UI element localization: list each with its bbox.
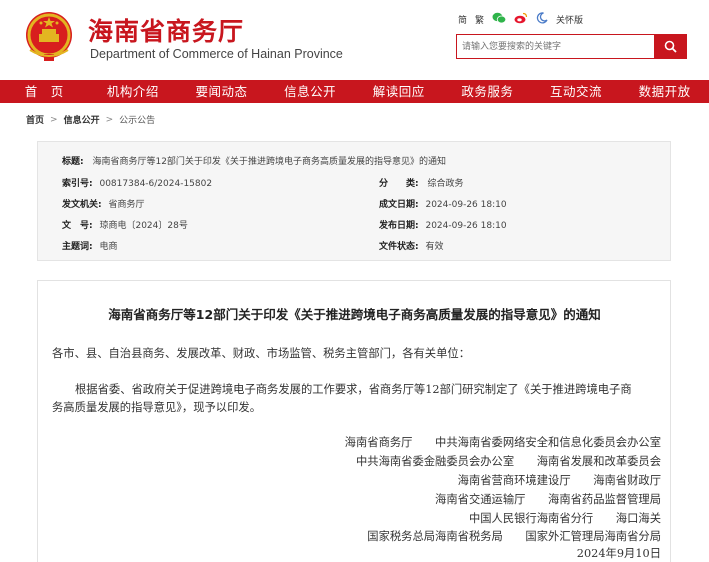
meta-category: 分 类: 综合政务 <box>379 176 464 189</box>
nav-interpretation[interactable]: 解读回应 <box>355 80 444 103</box>
meta-status: 文件状态: 有效 <box>379 239 444 252</box>
top-links: 简 繁 关怀版 <box>458 11 591 27</box>
nav-organization[interactable]: 机构介绍 <box>89 80 178 103</box>
nav-open-data[interactable]: 数据开放 <box>620 80 709 103</box>
search-box <box>456 34 687 59</box>
document-body-line2: 务高质量发展的指导意见》，现予以印发。 <box>52 401 261 414</box>
meta-subject-value: 海南省商务厅等12部门关于印发《关于推进跨境电子商务高质量发展的指导意见》的通知 <box>92 157 446 167</box>
meta-created-label: 成文日期: <box>379 200 419 210</box>
document-meta: 标题: 海南省商务厅等12部门关于印发《关于推进跨境电子商务高质量发展的指导意见… <box>37 141 671 261</box>
meta-docno: 文 号: 琼商电〔2024〕28号 <box>62 218 188 231</box>
signatory-line: 中共海南省委金融委员会办公室 海南省发展和改革委员会 <box>355 455 661 468</box>
site-subtitle: Department of Commerce of Hainan Provinc… <box>90 47 343 61</box>
meta-index-label: 索引号: <box>62 179 93 189</box>
care-mode-link[interactable]: 关怀版 <box>556 13 583 26</box>
meta-topic: 主题词: 电商 <box>62 239 118 252</box>
breadcrumb-home[interactable]: 首页 <box>26 113 44 126</box>
meta-docno-label: 文 号: <box>62 221 93 231</box>
meta-published-label: 发布日期: <box>379 221 419 231</box>
moon-icon[interactable] <box>536 11 548 27</box>
meta-status-label: 文件状态: <box>379 242 419 252</box>
meta-issuer-label: 发文机关: <box>62 200 102 210</box>
breadcrumb-section[interactable]: 信息公开 <box>64 113 100 126</box>
meta-subject-label: 标题: <box>62 157 84 167</box>
nav-home[interactable]: 首 页 <box>0 80 89 103</box>
signatory-line: 中国人民银行海南省分行 海口海关 <box>468 512 661 525</box>
signatory-line: 海南省商务厅 中共海南省委网络安全和信息化委员会办公室 <box>344 436 661 449</box>
search-input[interactable] <box>457 35 655 58</box>
nav-services[interactable]: 政务服务 <box>443 80 532 103</box>
meta-category-label: 分 类: <box>379 179 419 189</box>
search-button[interactable] <box>654 35 686 58</box>
document-date: 2024年9月10日 <box>576 547 661 560</box>
main-nav: 首 页 机构介绍 要闻动态 信息公开 解读回应 政务服务 互动交流 数据开放 <box>0 80 709 103</box>
wechat-icon[interactable] <box>492 12 507 27</box>
simplified-link[interactable]: 简 <box>458 13 467 26</box>
meta-docno-value: 琼商电〔2024〕28号 <box>99 221 188 231</box>
meta-published: 发布日期: 2024-09-26 18:10 <box>379 218 507 231</box>
site-header: 海南省商务厅 Department of Commerce of Hainan … <box>0 0 709 80</box>
site-title[interactable]: 海南省商务厅 <box>88 12 244 48</box>
meta-published-value: 2024-09-26 18:10 <box>425 221 507 231</box>
signatory-line: 国家税务总局海南省税务局 国家外汇管理局海南省分局 <box>367 530 661 543</box>
meta-issuer-value: 省商务厅 <box>108 200 145 210</box>
breadcrumb: 首页 > 信息公开 > 公示公告 <box>26 113 155 127</box>
document-body-line1: 根据省委、省政府关于促进跨境电子商务发展的工作要求，省商务厅等12部门研究制定了… <box>75 383 632 396</box>
nav-interaction[interactable]: 互动交流 <box>532 80 621 103</box>
document-salutation: 各市、县、自治县商务、发展改革、财政、市场监管、税务主管部门，各有关单位： <box>52 347 470 360</box>
weibo-icon[interactable] <box>514 12 528 27</box>
signatory-line: 海南省交通运输厅 海南省药品监督管理局 <box>435 493 661 506</box>
meta-topic-value: 电商 <box>99 242 118 252</box>
traditional-link[interactable]: 繁 <box>475 13 484 26</box>
signatory-line: 海南省营商环境建设厅 海南省财政厅 <box>457 474 661 487</box>
meta-index-value: 00817384-6/2024-15802 <box>99 179 213 189</box>
meta-topic-label: 主题词: <box>62 242 93 252</box>
meta-status-value: 有效 <box>425 242 444 252</box>
meta-issuer: 发文机关: 省商务厅 <box>62 197 145 210</box>
breadcrumb-current[interactable]: 公示公告 <box>119 113 155 126</box>
breadcrumb-sep: > <box>105 114 114 125</box>
national-emblem-icon <box>24 10 74 62</box>
search-icon <box>664 40 677 53</box>
document-title: 海南省商务厅等12部门关于印发《关于推进跨境电子商务高质量发展的指导意见》的通知 <box>108 307 601 322</box>
nav-news[interactable]: 要闻动态 <box>177 80 266 103</box>
meta-subject: 标题: 海南省商务厅等12部门关于印发《关于推进跨境电子商务高质量发展的指导意见… <box>62 154 446 167</box>
meta-created: 成文日期: 2024-09-26 18:10 <box>379 197 507 210</box>
meta-index: 索引号: 00817384-6/2024-15802 <box>62 176 212 189</box>
meta-created-value: 2024-09-26 18:10 <box>425 200 507 210</box>
nav-info-disclosure[interactable]: 信息公开 <box>266 80 355 103</box>
breadcrumb-sep: > <box>50 114 58 125</box>
meta-category-value: 综合政务 <box>427 179 464 189</box>
